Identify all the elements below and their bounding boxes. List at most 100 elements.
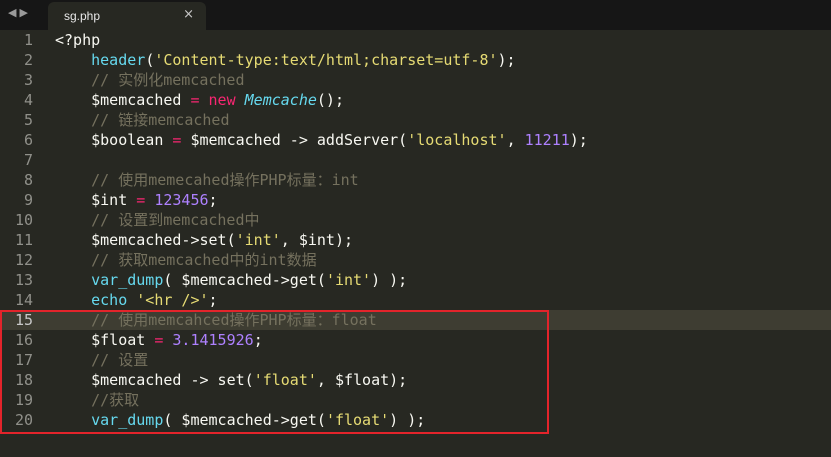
code-token: 'float' xyxy=(253,371,317,389)
code-token: $memcached -> addServer( xyxy=(181,131,408,149)
code-line[interactable]: $int = 123456; xyxy=(55,190,218,210)
code-token: var_dump xyxy=(91,411,164,429)
code-line[interactable]: // 设置到memcached中 xyxy=(55,210,260,230)
code-token: = xyxy=(136,191,146,209)
code-token: = xyxy=(190,91,200,109)
code-token: 3.1415926 xyxy=(172,331,254,349)
line-number: 6 xyxy=(23,131,33,149)
code-token: $boolean xyxy=(55,131,173,149)
code-token: // 使用memcahced操作PHP标量：float xyxy=(91,311,377,329)
code-line[interactable]: var_dump( $memcached->get('int') ); xyxy=(55,270,407,290)
code-token: 'float' xyxy=(325,411,390,429)
code-token: 123456 xyxy=(154,191,209,209)
line-number: 13 xyxy=(14,271,33,289)
line-number: 3 xyxy=(23,71,33,89)
code-line[interactable]: <?php xyxy=(55,30,100,50)
line-number: 19 xyxy=(14,391,33,409)
code-token: // 设置 xyxy=(91,351,149,369)
code-token: ); xyxy=(569,131,588,149)
code-line[interactable]: // 使用memcahced操作PHP标量：float xyxy=(55,310,377,330)
code-token: ; xyxy=(253,331,263,349)
code-token: , xyxy=(506,131,525,149)
code-editor[interactable]: 1 2 3 4 5 6 7 8 9 10 11 12 13 14 15 16 17 18 19 20 <?php he… xyxy=(0,30,831,457)
tab-bar: ◀▶ sg.php × xyxy=(0,0,831,30)
code-token: '<hr />' xyxy=(136,291,209,309)
line-number: 15 xyxy=(14,311,33,329)
line-number: 18 xyxy=(14,371,33,389)
code-line[interactable]: // 使用memecahed操作PHP标量：int xyxy=(55,170,359,190)
line-number: 7 xyxy=(23,151,33,169)
close-icon[interactable]: × xyxy=(183,7,194,22)
line-number: 10 xyxy=(14,211,33,229)
code-token: , $int); xyxy=(280,231,354,249)
line-number: 4 xyxy=(23,91,33,109)
code-line[interactable]: // 获取memcached中的int数据 xyxy=(55,250,317,270)
code-line[interactable]: $memcached -> set('float', $float); xyxy=(55,370,407,390)
tab-title: sg.php xyxy=(64,9,101,23)
line-number: 14 xyxy=(14,291,33,309)
code-token: $memcached xyxy=(55,91,191,109)
code-token: 'localhost' xyxy=(407,131,507,149)
line-number: 2 xyxy=(23,51,33,69)
code-token: <?php xyxy=(55,31,101,49)
tab-sg-php[interactable]: sg.php × xyxy=(48,2,206,30)
code-token: ; xyxy=(208,191,218,209)
line-number: 9 xyxy=(23,191,33,209)
tab-nav-arrows-icon[interactable]: ◀▶ xyxy=(8,6,31,19)
code-line[interactable]: $memcached = new Memcache(); xyxy=(55,90,344,110)
code-line[interactable]: // 设置 xyxy=(55,350,148,370)
code-token: ( $memcached->get( xyxy=(163,411,326,429)
line-number: 16 xyxy=(14,331,33,349)
code-line[interactable]: echo '<hr />'; xyxy=(55,290,217,310)
code-line[interactable]: //获取 xyxy=(55,390,139,410)
code-token: //获取 xyxy=(91,391,140,409)
code-token: new xyxy=(208,91,236,109)
code-line[interactable]: var_dump( $memcached->get('float') ); xyxy=(55,410,425,430)
code-token: ); xyxy=(497,51,516,69)
line-number-gutter: 1 2 3 4 5 6 7 8 9 10 11 12 13 14 15 16 17 18 19 20 xyxy=(0,30,44,457)
code-token: ) ); xyxy=(389,411,426,429)
code-token: ( xyxy=(145,51,155,69)
line-number: 1 xyxy=(23,31,33,49)
code-line[interactable]: // 实例化memcached xyxy=(55,70,244,90)
code-token: (); xyxy=(316,91,344,109)
code-token: 'int' xyxy=(235,231,281,249)
line-number: 5 xyxy=(23,111,33,129)
line-number: 8 xyxy=(23,171,33,189)
code-token: echo xyxy=(91,291,128,309)
code-token: $int xyxy=(55,191,137,209)
code-token: $memcached->set( xyxy=(55,231,236,249)
line-number: 11 xyxy=(14,231,33,249)
code-token: 'Content-type:text/html;charset=utf-8' xyxy=(154,51,498,69)
code-token: // 链接memcached xyxy=(91,111,230,129)
line-number: 20 xyxy=(14,411,33,429)
line-number: 17 xyxy=(14,351,33,369)
code-line[interactable]: // 链接memcached xyxy=(55,110,230,130)
code-line[interactable]: $memcached->set('int', $int); xyxy=(55,230,353,250)
code-token: // 获取memcached中的int数据 xyxy=(91,251,317,269)
code-token: // 设置到memcached中 xyxy=(91,211,260,229)
code-token: 'int' xyxy=(325,271,372,289)
code-line[interactable]: $boolean = $memcached -> addServer('loca… xyxy=(55,130,588,150)
code-token: var_dump xyxy=(91,271,164,289)
code-line[interactable]: $float = 3.1415926; xyxy=(55,330,263,350)
code-token: // 使用memecahed操作PHP标量：int xyxy=(91,171,359,189)
code-token: ) ); xyxy=(371,271,408,289)
code-token: $float xyxy=(55,331,155,349)
code-line[interactable]: header('Content-type:text/html;charset=u… xyxy=(55,50,516,70)
